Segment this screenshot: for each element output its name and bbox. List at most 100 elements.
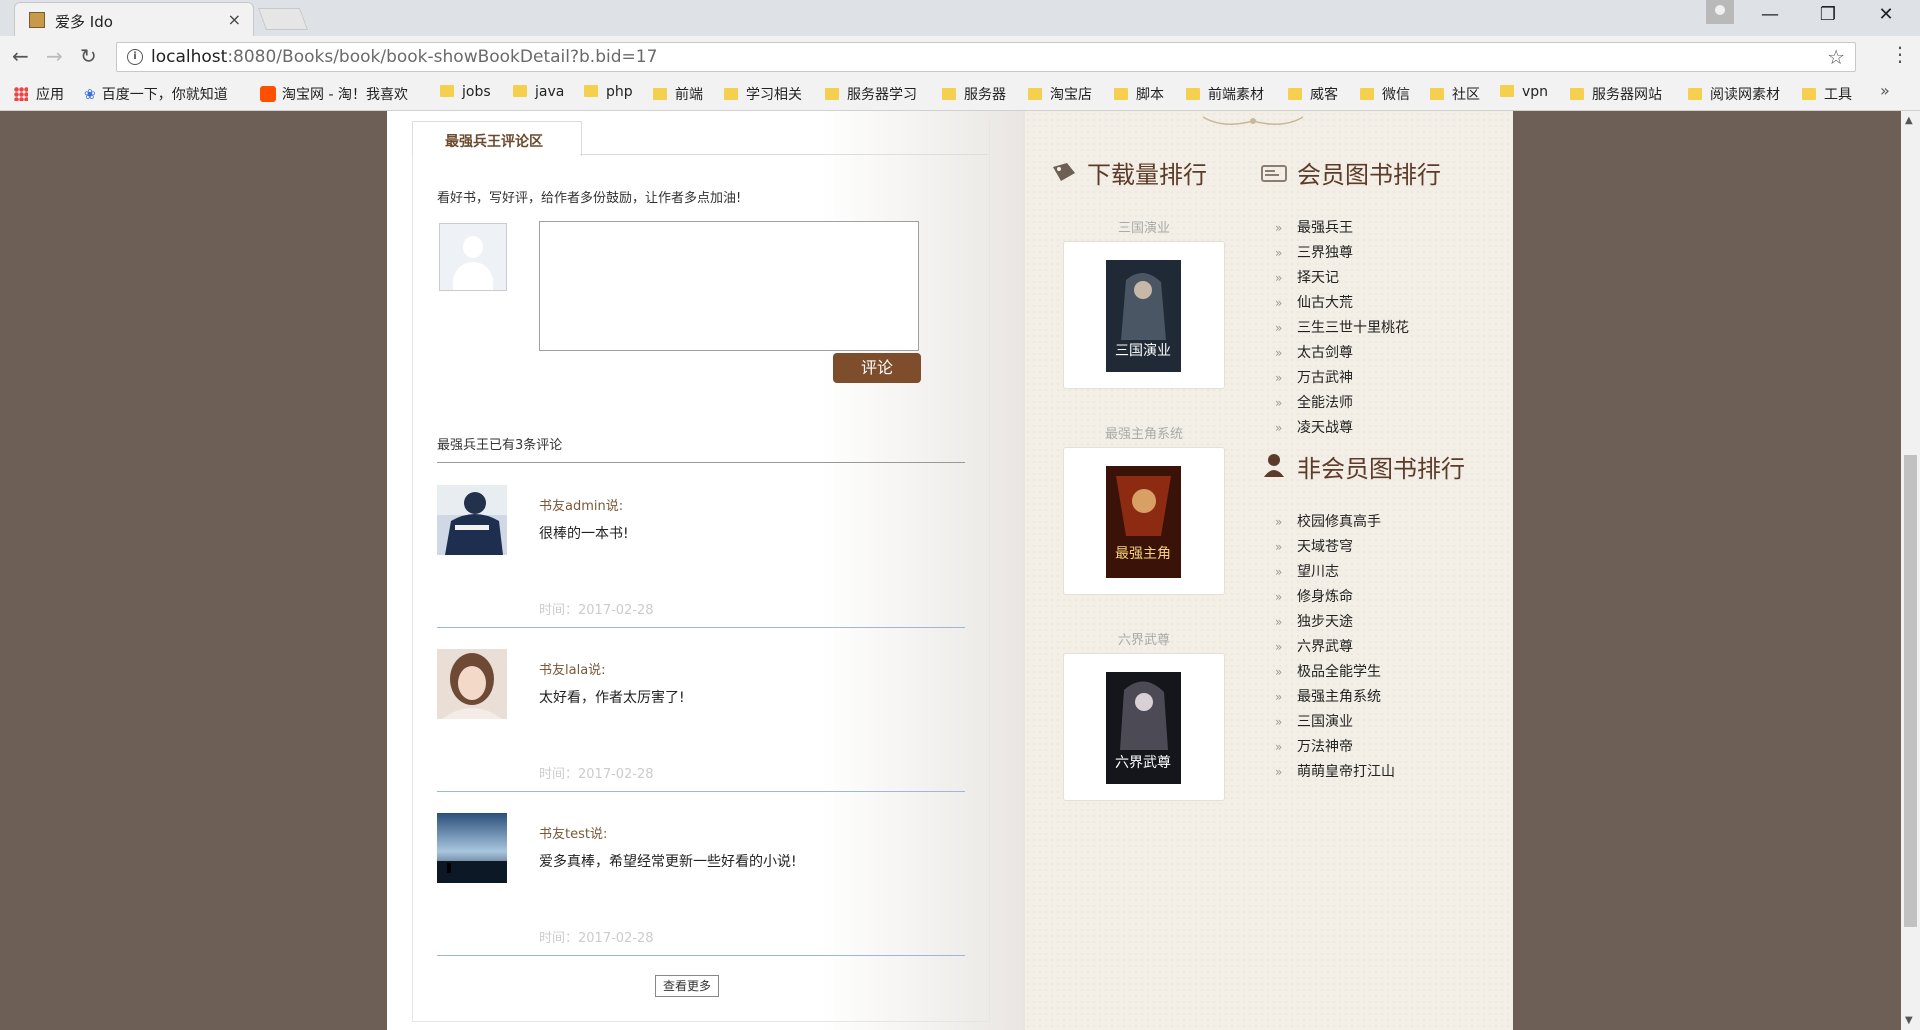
bookmark-folder[interactable]: 服务器: [942, 84, 1006, 104]
bookmark-folder[interactable]: 学习相关: [724, 84, 802, 104]
browser-menu-icon[interactable]: ⋮: [1890, 42, 1910, 66]
bookmark-label: 服务器网站: [1592, 87, 1662, 103]
new-tab-button[interactable]: [257, 8, 309, 30]
comment-item: 书友lala说: 太好看，作者太厉害了! 时间：2017-02-28: [437, 649, 965, 813]
list-item[interactable]: » 万法神帝: [1275, 736, 1353, 756]
bookmark-folder[interactable]: 前端素材: [1186, 84, 1264, 104]
bookmark-apps[interactable]: 应用: [14, 84, 64, 104]
bookmark-folder[interactable]: 淘宝店: [1028, 84, 1092, 104]
comment-input[interactable]: [539, 221, 919, 351]
book-name[interactable]: 六界武尊: [1063, 629, 1225, 648]
double-chevron-icon: »: [1275, 690, 1283, 704]
info-icon[interactable]: i: [127, 49, 143, 65]
list-item[interactable]: » 极品全能学生: [1275, 661, 1381, 681]
book-cover[interactable]: 三国演业: [1106, 260, 1181, 372]
scrollbar-thumb[interactable]: [1904, 455, 1917, 927]
bookmark-label: 淘宝网 - 淘！我喜欢: [282, 87, 408, 103]
bookmark-folder[interactable]: jobs: [440, 84, 491, 100]
list-item[interactable]: » 最强兵王: [1275, 217, 1353, 237]
bookmark-folder[interactable]: 服务器学习: [825, 84, 917, 104]
list-item-label: 三界独尊: [1297, 245, 1353, 261]
tag-icon: [1053, 163, 1075, 181]
bookmark-folder[interactable]: 前端: [653, 84, 703, 104]
bookmark-baidu[interactable]: ❀ 百度一下，你就知道: [84, 84, 228, 104]
bookmark-folder[interactable]: 服务器网站: [1570, 84, 1662, 104]
list-item[interactable]: » 天域苍穹: [1275, 536, 1353, 556]
list-item[interactable]: » 太古剑尊: [1275, 342, 1353, 362]
close-window-icon[interactable]: ✕: [1866, 4, 1906, 25]
submit-comment-button[interactable]: 评论: [833, 353, 921, 383]
book-name[interactable]: 最强主角系统: [1063, 423, 1225, 442]
list-item[interactable]: » 择天记: [1275, 267, 1339, 287]
tab-close-icon[interactable]: ×: [228, 10, 241, 29]
list-item[interactable]: » 凌天战尊: [1275, 417, 1353, 437]
double-chevron-icon: »: [1275, 740, 1283, 754]
address-bar[interactable]: i localhost:8080/Books/book/book-showBoo…: [116, 42, 1856, 72]
back-icon[interactable]: ←: [12, 44, 29, 68]
see-more-button[interactable]: 查看更多: [655, 975, 719, 997]
list-item-label: 最强兵王: [1297, 220, 1353, 236]
restore-icon[interactable]: ❐: [1808, 4, 1848, 25]
list-item[interactable]: » 望川志: [1275, 561, 1339, 581]
list-item[interactable]: » 三界独尊: [1275, 242, 1353, 262]
folder-icon: [653, 88, 667, 100]
bookmark-folder[interactable]: 微信: [1360, 84, 1410, 104]
reload-icon[interactable]: ↻: [80, 44, 97, 68]
bookmark-folder[interactable]: 工具: [1802, 84, 1852, 104]
bookmark-folder[interactable]: vpn: [1500, 84, 1548, 100]
list-item[interactable]: » 全能法师: [1275, 392, 1353, 412]
forward-icon[interactable]: →: [46, 44, 63, 68]
list-item[interactable]: » 六界武尊: [1275, 636, 1353, 656]
scroll-down-icon[interactable]: ▼: [1905, 1015, 1913, 1026]
bookmark-label: jobs: [462, 84, 491, 100]
cover-title: 最强主角: [1115, 546, 1171, 562]
browser-tab[interactable]: 爱多 Ido ×: [14, 2, 254, 37]
list-item[interactable]: » 万古武神: [1275, 367, 1353, 387]
url-text: localhost:8080/Books/book/book-showBookD…: [151, 47, 657, 67]
bookmark-folder[interactable]: 脚本: [1114, 84, 1164, 104]
bookmarks-more-icon[interactable]: »: [1880, 81, 1890, 100]
folder-icon: [1570, 88, 1584, 100]
book-cover-card[interactable]: 三国演业: [1063, 241, 1225, 389]
book-cover-card[interactable]: 六界武尊: [1063, 653, 1225, 801]
folder-icon: [513, 85, 527, 97]
page-scrollbar[interactable]: ▲ ▼: [1901, 111, 1920, 1030]
list-item[interactable]: » 三生三世十里桃花: [1275, 317, 1409, 337]
bookmark-folder[interactable]: 威客: [1288, 84, 1338, 104]
book-cover-card[interactable]: 最强主角: [1063, 447, 1225, 595]
scroll-up-icon[interactable]: ▲: [1905, 115, 1913, 126]
book-cover[interactable]: 最强主角: [1106, 466, 1181, 578]
list-item[interactable]: » 校园修真高手: [1275, 511, 1381, 531]
comment-user[interactable]: 书友lala说:: [539, 659, 606, 678]
list-item[interactable]: » 最强主角系统: [1275, 686, 1381, 706]
bookmark-folder[interactable]: php: [584, 84, 633, 100]
bookmark-folder[interactable]: 社区: [1430, 84, 1480, 104]
list-item[interactable]: » 独步天途: [1275, 611, 1353, 631]
book-name[interactable]: 三国演业: [1063, 217, 1225, 236]
bookmark-star-icon[interactable]: ☆: [1827, 45, 1845, 69]
book-cover[interactable]: 六界武尊: [1106, 672, 1181, 784]
folder-icon: [1114, 88, 1128, 100]
double-chevron-icon: »: [1275, 665, 1283, 679]
comment-user[interactable]: 书友test说:: [539, 823, 607, 842]
list-item[interactable]: » 仙古大荒: [1275, 292, 1353, 312]
list-item[interactable]: » 萌萌皇帝打江山: [1275, 761, 1395, 781]
comment-user[interactable]: 书友admin说:: [539, 495, 623, 514]
list-item[interactable]: » 三国演业: [1275, 711, 1353, 731]
review-tab[interactable]: 最强兵王评论区: [412, 121, 582, 156]
review-prompt: 看好书，写好评，给作者多份鼓励，让作者多点加油!: [437, 191, 742, 206]
bookmark-folder[interactable]: java: [513, 84, 564, 100]
apps-grid-icon: [14, 87, 28, 101]
profile-icon[interactable]: [1706, 0, 1734, 24]
list-item[interactable]: » 修身炼命: [1275, 586, 1353, 606]
double-chevron-icon: »: [1275, 271, 1283, 285]
folder-icon: [1360, 88, 1374, 100]
url-host: localhost: [151, 47, 228, 67]
bookmark-taobao[interactable]: 淘宝网 - 淘！我喜欢: [260, 84, 408, 104]
double-chevron-icon: »: [1275, 640, 1283, 654]
avatar: [437, 485, 507, 555]
bookmark-folder[interactable]: 阅读网素材: [1688, 84, 1780, 104]
cover-title: 六界武尊: [1115, 754, 1171, 771]
taobao-icon: [260, 86, 276, 102]
minimize-icon[interactable]: —: [1750, 4, 1790, 25]
